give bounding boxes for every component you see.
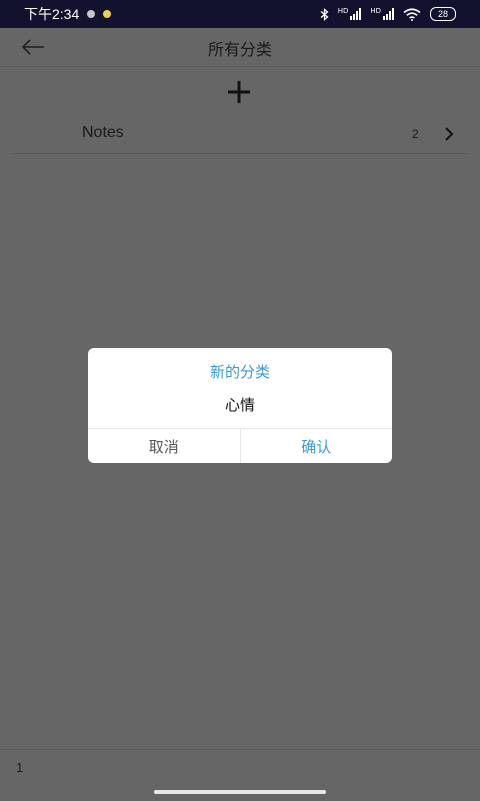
confirm-button[interactable]: 确认 [241, 429, 393, 463]
status-time: 下午2:34 [24, 6, 80, 22]
notification-icon [103, 10, 112, 18]
battery-level: 28 [437, 9, 448, 19]
battery-icon: 28 [430, 7, 456, 21]
category-row[interactable]: Notes 2 [12, 114, 468, 154]
hd-icon: HD [370, 7, 381, 15]
notification-icon [87, 10, 96, 18]
dialog-title: 新的分类 [209, 363, 270, 381]
home-indicator[interactable] [154, 790, 326, 794]
page-title: 所有分类 [207, 40, 272, 59]
status-bar: 下午2:34 HD HD 28 [0, 0, 480, 28]
dialog-actions: 取消 确认 [88, 428, 392, 463]
cancel-button[interactable]: 取消 [88, 429, 241, 463]
wifi-icon [403, 7, 421, 21]
page-number: 1 [16, 760, 24, 775]
new-category-dialog: 新的分类 心情 取消 确认 [88, 348, 392, 463]
signal-icon: HD [338, 8, 362, 20]
category-count: 2 [412, 127, 419, 141]
category-name-input[interactable]: 心情 [88, 394, 392, 415]
chevron-right-icon [445, 127, 454, 141]
bluetooth-icon [320, 7, 329, 21]
add-category-button[interactable] [225, 78, 253, 106]
signal-icon: HD [370, 8, 394, 20]
hd-icon: HD [337, 7, 349, 15]
status-left: 下午2:34 [24, 4, 112, 24]
category-name: Notes [82, 124, 124, 141]
status-right: HD HD 28 [320, 7, 456, 21]
app-header: 所有分类 [0, 28, 480, 67]
plus-icon [228, 81, 250, 103]
